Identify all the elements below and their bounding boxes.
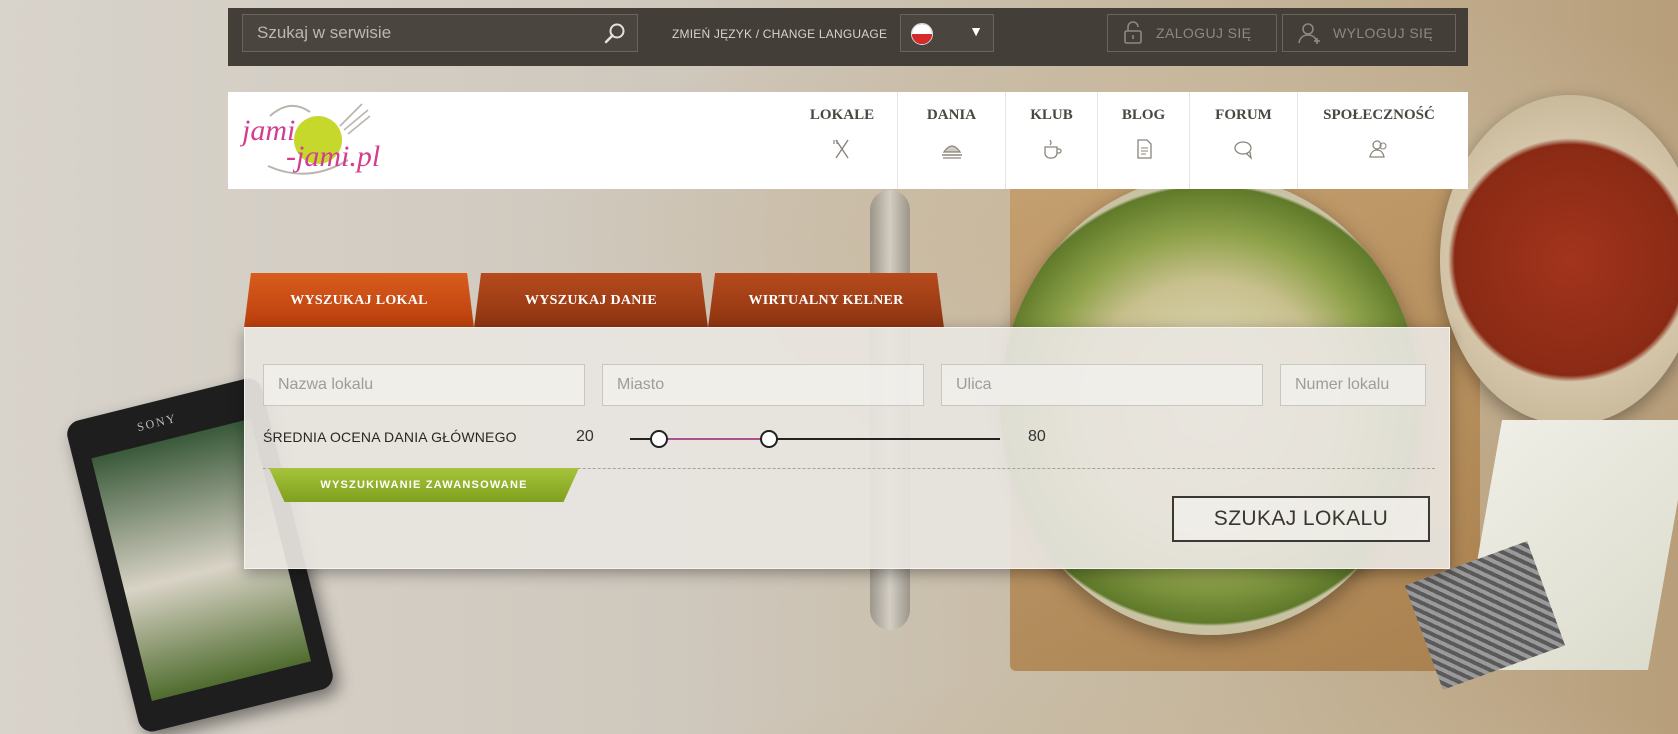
search-panel: ŚREDNIA OCENA DANIA GŁÓWNEGO 20 80 WYSZU… xyxy=(244,327,1450,569)
login-button[interactable]: ZALOGUJ SIĘ xyxy=(1107,14,1277,52)
phone-brand: SONY xyxy=(135,410,179,435)
restaurant-name-input[interactable] xyxy=(263,364,585,406)
nav-item-lokale[interactable]: LOKALE xyxy=(787,92,897,189)
cup-icon xyxy=(1043,139,1062,159)
nav-label: KLUB xyxy=(1030,107,1073,123)
logout-button[interactable]: WYLOGUJ SIĘ xyxy=(1282,14,1456,52)
login-label: ZALOGUJ SIĘ xyxy=(1156,25,1252,41)
nav-label: LOKALE xyxy=(809,107,875,123)
dish-icon xyxy=(941,145,962,159)
language-select[interactable]: ▼ xyxy=(900,14,994,52)
nav-item-forum[interactable]: FORUM xyxy=(1189,92,1297,189)
caret-down-icon: ▼ xyxy=(969,23,983,39)
number-input[interactable] xyxy=(1280,364,1426,406)
jami-jami-logo[interactable]: jami -jami.pl xyxy=(240,96,390,186)
advanced-search-button[interactable]: WYSZUKIWANIE ZAWANSOWANE xyxy=(269,468,579,502)
rating-label: ŚREDNIA OCENA DANIA GŁÓWNEGO xyxy=(263,429,517,445)
search-restaurant-button[interactable]: SZUKAJ LOKALU xyxy=(1172,496,1430,542)
nav-label: DANIA xyxy=(926,107,977,123)
search-input[interactable] xyxy=(243,15,593,51)
users-icon xyxy=(1369,140,1387,158)
nav-label: FORUM xyxy=(1215,107,1272,123)
street-input[interactable] xyxy=(941,364,1263,406)
slider-range xyxy=(658,438,768,440)
nav-item-klub[interactable]: KLUB xyxy=(1005,92,1097,189)
user-icon xyxy=(1298,23,1320,44)
tab-wyszukaj-lokal[interactable]: WYSZUKAJ LOKAL xyxy=(244,273,474,328)
site-search xyxy=(242,14,638,52)
slider-handle-min[interactable] xyxy=(650,430,668,448)
nav-item-blog[interactable]: BLOG xyxy=(1097,92,1189,189)
top-bar: ZMIEŃ JĘZYK / CHANGE LANGUAGE ▼ ZALOGUJ … xyxy=(228,8,1468,66)
search-icon[interactable] xyxy=(603,21,627,45)
padlock-icon xyxy=(1124,21,1142,44)
tab-wyszukaj-danie[interactable]: WYSZUKAJ DANIE xyxy=(474,273,708,328)
search-tabs: WYSZUKAJ LOKAL WYSZUKAJ DANIE WIRTUALNY … xyxy=(244,273,944,328)
nav-item-dania[interactable]: DANIA xyxy=(897,92,1005,189)
nav-item-spolecznosc[interactable]: SPOŁECZNOŚĆ xyxy=(1297,92,1460,189)
document-icon xyxy=(1136,139,1152,159)
rating-max-value: 80 xyxy=(1028,428,1046,445)
fork-knife-icon xyxy=(833,139,849,159)
main-nav: LOKALE DANIA KLUB BLOG FORUM SPOŁECZNOŚĆ xyxy=(787,92,1460,189)
city-input[interactable] xyxy=(602,364,924,406)
polish-flag-icon xyxy=(911,23,933,45)
rating-min-value: 20 xyxy=(576,428,594,445)
slider-handle-max[interactable] xyxy=(760,430,778,448)
speech-bubble-icon xyxy=(1233,141,1252,160)
rating-slider[interactable] xyxy=(630,430,1000,448)
nav-label: SPOŁECZNOŚĆ xyxy=(1323,107,1435,123)
nav-label: BLOG xyxy=(1121,107,1166,123)
tab-wirtualny-kelner[interactable]: WIRTUALNY KELNER xyxy=(708,273,944,328)
logout-label: WYLOGUJ SIĘ xyxy=(1333,25,1434,41)
site-header: jami -jami.pl LOKALE DANIA KLUB BLOG FOR… xyxy=(228,92,1468,189)
language-label: ZMIEŃ JĘZYK / CHANGE LANGUAGE xyxy=(672,27,888,41)
svg-text:-jami.pl: -jami.pl xyxy=(286,140,380,173)
